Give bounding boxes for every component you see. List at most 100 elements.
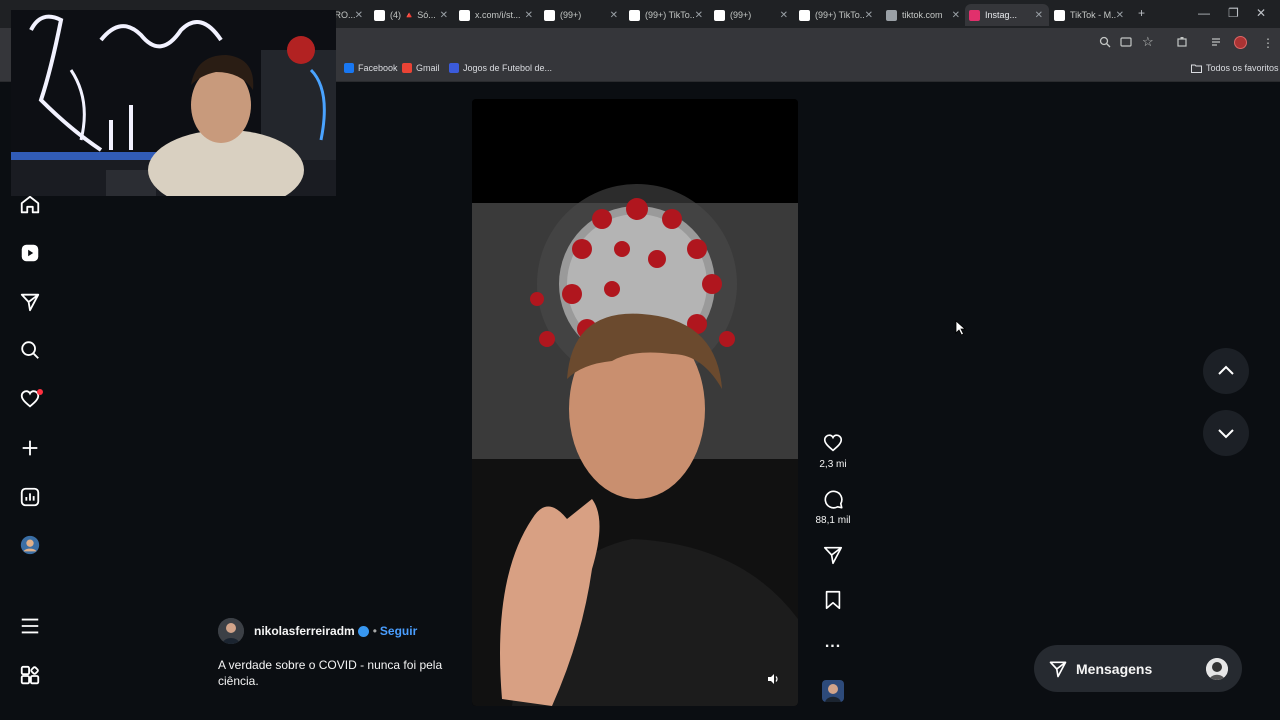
instagram-icon: [969, 9, 980, 21]
like-action[interactable]: 2,3 mi: [819, 432, 847, 470]
previous-reel-button[interactable]: [1203, 348, 1249, 394]
home-nav[interactable]: [18, 193, 42, 217]
comment-action[interactable]: 88,1 mil: [816, 488, 851, 526]
tab-label: tiktok.com: [902, 10, 943, 20]
all-bookmarks-button[interactable]: Todos os favoritos: [1191, 63, 1279, 73]
audio-thumbnail[interactable]: [822, 680, 844, 702]
globe-icon: [886, 9, 897, 21]
bookmark-star-icon[interactable]: ☆: [1142, 34, 1154, 50]
heart-icon: [823, 434, 843, 452]
close-tab-icon[interactable]: ✕: [1116, 10, 1130, 21]
like-count: 2,3 mi: [819, 459, 847, 470]
separator-dot: •: [372, 624, 377, 638]
install-app-icon[interactable]: [1120, 36, 1132, 51]
close-tab-icon[interactable]: ✕: [695, 10, 709, 21]
bookmark-gmail[interactable]: Gmail: [402, 63, 440, 73]
close-tab-icon[interactable]: ✕: [440, 10, 454, 21]
reels-nav[interactable]: [18, 241, 42, 265]
profile-nav[interactable]: [18, 533, 42, 557]
tiktok-icon: [714, 9, 725, 21]
x-icon: [459, 9, 470, 21]
apps-grid-icon: [20, 665, 40, 685]
close-tab-icon[interactable]: ✕: [952, 10, 966, 21]
mouse-cursor-icon: [955, 320, 967, 341]
next-reel-button[interactable]: [1203, 410, 1249, 456]
apps-nav[interactable]: [18, 664, 42, 688]
comment-count: 88,1 mil: [815, 515, 851, 526]
follow-button[interactable]: Seguir: [380, 624, 417, 638]
verified-badge-icon: [357, 625, 369, 637]
menu-kebab-icon[interactable]: ⋮: [1262, 36, 1274, 50]
browser-tab[interactable]: (99+) TikTo... ✕: [625, 4, 709, 26]
share-action[interactable]: [819, 544, 847, 566]
more-menu-nav[interactable]: [18, 614, 42, 638]
reel-video[interactable]: [472, 99, 798, 706]
restore-button[interactable]: ❐: [1228, 6, 1239, 20]
messages-button[interactable]: Mensagens: [1034, 645, 1242, 692]
browser-tab[interactable]: (99+) ✕: [540, 4, 624, 26]
messenger-send-icon: [1049, 661, 1067, 677]
author-row: nikolasferreiradm • Seguir: [218, 618, 458, 644]
messages-label: Mensagens: [1076, 660, 1153, 677]
audio-avatar-icon: [825, 684, 841, 702]
browser-tab[interactable]: (4) 🔺 Só... ✕: [370, 4, 454, 26]
zoom-icon[interactable]: [1099, 36, 1111, 51]
notification-dot: [37, 389, 43, 395]
tab-label: (99+): [560, 10, 582, 20]
close-tab-icon[interactable]: ✕: [865, 10, 879, 21]
tab-label: x.com/i/st...: [475, 10, 521, 20]
comment-icon: [824, 490, 843, 509]
chevron-down-icon: [1218, 429, 1234, 439]
tab-label: Instag...: [985, 10, 1018, 20]
more-options-button[interactable]: ...: [819, 634, 847, 652]
home-icon: [20, 195, 40, 214]
browser-tab[interactable]: (99+) TikTo... ✕: [795, 4, 879, 26]
close-window-button[interactable]: ✕: [1256, 6, 1266, 20]
author-avatar[interactable]: [218, 618, 244, 644]
browser-tab[interactable]: TikTok - M... ✕: [1050, 4, 1130, 26]
volume-icon[interactable]: [766, 672, 780, 691]
create-nav[interactable]: [18, 436, 42, 460]
bookmark-facebook[interactable]: Facebook: [344, 63, 398, 73]
chevron-up-icon: [1218, 365, 1234, 375]
new-tab-button[interactable]: +: [1138, 6, 1145, 20]
tab-label: TikTok - M...: [1070, 10, 1116, 20]
author-username[interactable]: nikolasferreiradm: [254, 624, 355, 638]
close-tab-icon[interactable]: ✕: [780, 10, 794, 21]
profile-avatar-icon: [20, 535, 40, 555]
save-action[interactable]: [819, 589, 847, 611]
tiktok-icon: [1054, 9, 1065, 21]
profile-avatar[interactable]: [1234, 36, 1247, 49]
close-tab-icon[interactable]: ✕: [355, 10, 369, 21]
minimize-button[interactable]: —: [1198, 6, 1210, 20]
bookmark-label: Facebook: [358, 63, 398, 73]
dashboard-nav[interactable]: [18, 485, 42, 509]
close-tab-icon[interactable]: ✕: [610, 10, 624, 21]
search-icon: [21, 341, 39, 359]
folder-icon: [1191, 64, 1202, 73]
direct-nav[interactable]: [18, 290, 42, 314]
more-icon: ...: [824, 634, 842, 651]
game-icon: [449, 63, 459, 73]
browser-tab[interactable]: Instag... ✕: [965, 4, 1049, 26]
search-nav[interactable]: [18, 338, 42, 362]
media-control-icon[interactable]: [1211, 36, 1223, 51]
messages-avatar: [1206, 657, 1228, 680]
send-icon: [823, 546, 843, 565]
reel-caption: nikolasferreiradm • Seguir A verdade sob…: [218, 618, 458, 689]
close-tab-icon[interactable]: ✕: [1035, 10, 1049, 21]
browser-tab[interactable]: (99+) ✕: [710, 4, 794, 26]
bookmark-icon: [825, 590, 841, 610]
browser-tab[interactable]: x.com/i/st... ✕: [455, 4, 539, 26]
all-bookmarks-label: Todos os favoritos: [1206, 63, 1279, 73]
bookmark-jogos[interactable]: Jogos de Futebol de...: [449, 63, 552, 73]
chart-icon: [20, 487, 40, 507]
tab-label: (99+) TikTo...: [815, 10, 865, 20]
reels-icon: [21, 244, 39, 262]
browser-tab[interactable]: tiktok.com ✕: [882, 4, 966, 26]
webcam-overlay: [11, 10, 336, 196]
close-tab-icon[interactable]: ✕: [525, 10, 539, 21]
extensions-icon[interactable]: [1176, 36, 1188, 51]
webcam-image: [11, 10, 336, 196]
video-frame: [472, 99, 798, 706]
